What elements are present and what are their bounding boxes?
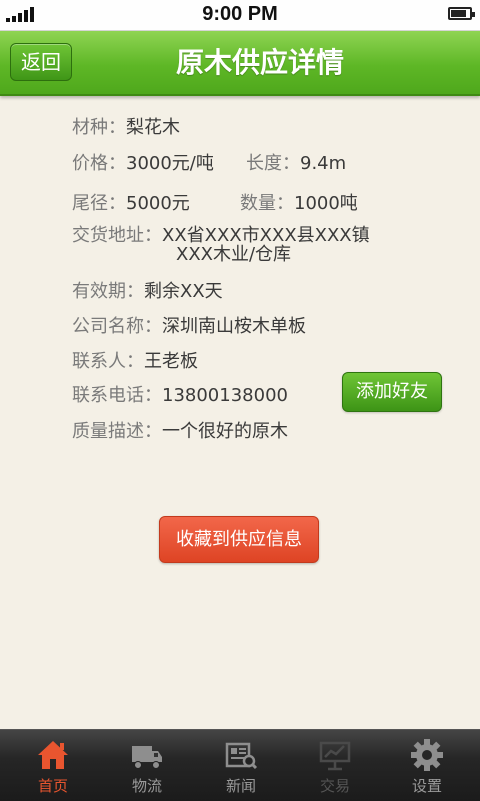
contact-value: 王老板 — [144, 351, 198, 372]
tab-bar: 首页 物流 新闻 交易 设置 — [0, 729, 480, 801]
quality-value: 一个很好的原木 — [162, 421, 288, 442]
species-label: 材种： — [72, 117, 126, 138]
price-value: 3000元/吨 — [126, 153, 214, 174]
add-friend-button[interactable]: 添加好友 — [342, 372, 442, 412]
company-label: 公司名称： — [72, 316, 162, 337]
tab-settings[interactable]: 设置 — [379, 730, 475, 801]
address-label: 交货地址： — [72, 225, 162, 246]
quality-label: 质量描述： — [72, 421, 162, 442]
gear-icon — [411, 739, 443, 771]
tab-settings-label: 设置 — [411, 777, 442, 795]
page-title: 原木供应详情 — [175, 46, 344, 79]
tail-diameter-value: 5000元 — [126, 193, 190, 214]
truck-icon — [132, 746, 162, 769]
back-button[interactable]: 返回 — [10, 43, 72, 81]
address-line1: XX省XXX市XXX县XXX镇 — [162, 225, 370, 246]
tab-trade-label: 交易 — [319, 777, 350, 795]
trade-icon — [319, 741, 351, 771]
news-icon — [225, 742, 258, 770]
tail-diameter-row: 尾径：5000元 — [72, 189, 190, 215]
company-value: 深圳南山桉木单板 — [162, 316, 306, 337]
quantity-label: 数量： — [240, 193, 294, 214]
price-row: 价格：3000元/吨 — [72, 149, 214, 175]
length-row: 长度：9.4m — [246, 149, 346, 175]
tab-logistics[interactable]: 物流 — [99, 730, 195, 801]
quality-row: 质量描述：一个很好的原木 — [72, 417, 288, 443]
price-label: 价格： — [72, 153, 126, 174]
validity-label: 有效期： — [72, 281, 144, 302]
tab-news-label: 新闻 — [225, 777, 256, 795]
tab-logistics-label: 物流 — [131, 777, 162, 795]
length-value: 9.4m — [300, 153, 347, 174]
phone-label: 联系电话： — [72, 385, 162, 406]
quantity-value: 1000吨 — [294, 193, 358, 214]
status-bar: 9:00 PM — [0, 0, 480, 31]
quantity-row: 数量：1000吨 — [240, 189, 358, 215]
tail-diameter-label: 尾径： — [72, 193, 126, 214]
tab-home-label: 首页 — [37, 777, 68, 795]
species-value: 梨花木 — [126, 117, 180, 138]
battery-icon — [448, 7, 475, 20]
company-row: 公司名称：深圳南山桉木单板 — [72, 312, 306, 338]
title-bar: 返回 原木供应详情 — [0, 31, 480, 96]
tab-news[interactable]: 新闻 — [193, 730, 289, 801]
address-line2: XXX木业/仓库 — [176, 244, 292, 265]
phone-row: 联系电话：13800138000 — [72, 381, 288, 407]
tab-trade[interactable]: 交易 — [287, 730, 383, 801]
favorite-supply-button[interactable]: 收藏到供应信息 — [159, 516, 319, 563]
contact-row: 联系人：王老板 — [72, 347, 198, 373]
tab-home[interactable]: 首页 — [5, 730, 101, 801]
phone-value: 13800138000 — [162, 385, 288, 406]
species-row: 材种：梨花木 — [72, 113, 180, 139]
status-time: 9:00 PM — [202, 3, 278, 25]
validity-value: 剩余XX天 — [144, 281, 223, 302]
address-row: 交货地址：XX省XXX市XXX县XXX镇 XXX木业/仓库 — [72, 226, 370, 264]
length-label: 长度： — [246, 153, 300, 174]
contact-label: 联系人： — [72, 351, 144, 372]
home-icon — [38, 741, 68, 769]
validity-row: 有效期：剩余XX天 — [72, 277, 223, 303]
